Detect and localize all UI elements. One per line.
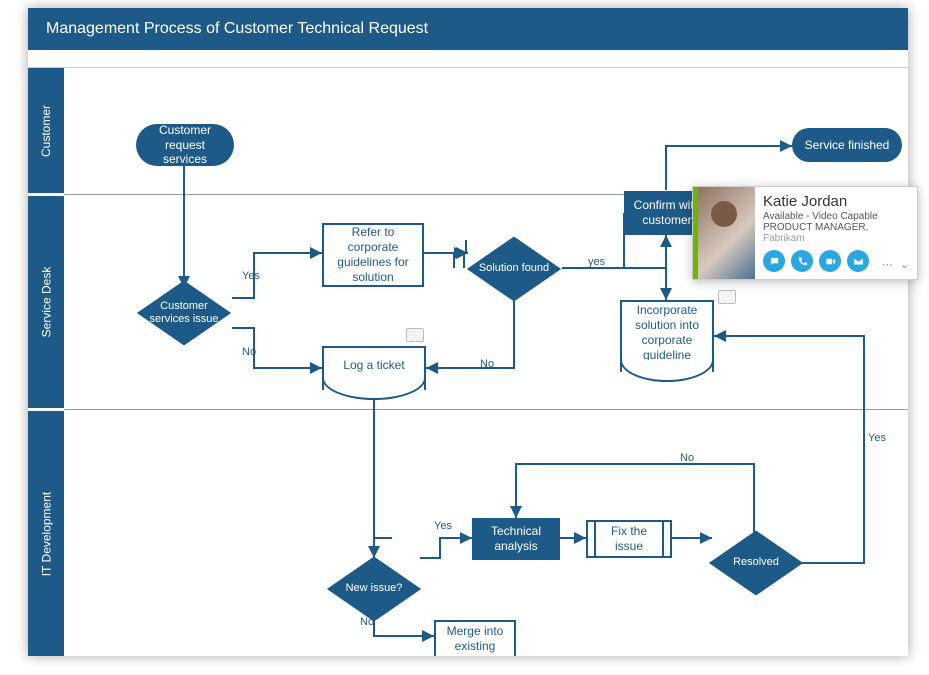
edge-label-no: No [360,616,374,628]
lane-header-service-desk: Service Desk [28,196,64,408]
edge-label-yes: Yes [868,432,886,444]
im-icon[interactable] [763,250,785,272]
predefined-fix-issue[interactable]: Fix the issue [586,520,672,558]
lane-divider [64,409,908,410]
contact-status: Available - Video Capable [763,211,909,222]
lane-label-it-development: IT Development [39,491,53,576]
node-label: Solution found [473,262,555,275]
diagram-title: Management Process of Customer Technical… [46,20,428,38]
node-label: Resolved [727,556,785,569]
ellipsis-icon: ⋯ [882,259,893,271]
email-icon[interactable] [847,250,869,272]
call-icon[interactable] [791,250,813,272]
chevron-down-icon: ⌄ [900,259,909,271]
decision-solution-found[interactable]: Solution found [466,236,562,302]
diagram-canvas[interactable]: Customer request services Service finish… [64,68,908,656]
node-label: Merge into existing [442,624,508,654]
node-label: Customer request services [146,123,224,166]
node-label: Fix the issue [602,524,656,554]
decision-new-issue[interactable]: New issue? [326,556,422,622]
node-label: Refer to corporate guidelines for soluti… [330,225,416,285]
process-technical-analysis[interactable]: Technical analysis [472,518,560,560]
swimlane-labels: Customer Service Desk IT Development [28,68,64,656]
document-incorporate-guideline[interactable]: Incorporate solution into corporate guid… [620,300,714,372]
lane-label-service-desk: Service Desk [39,267,53,338]
edge-label-no: No [680,452,694,464]
lane-header-it-development: IT Development [28,411,64,656]
diagram-frame: Management Process of Customer Technical… [28,8,908,656]
process-merge-existing[interactable]: Merge into existing [434,620,516,656]
decision-customer-services-issue[interactable]: Customer services issue [136,280,232,346]
lane-header-customer: Customer [28,68,64,193]
document-log-ticket[interactable]: Log a ticket [322,346,426,390]
contact-name: Katie Jordan [763,193,909,210]
video-icon[interactable] [819,250,841,272]
lane-label-customer: Customer [39,104,53,156]
node-label: Technical analysis [478,524,554,554]
comment-icon[interactable] [718,290,736,304]
edge-label-yes: Yes [434,520,452,532]
edge-label-no: No [242,346,256,358]
edge-label-no: No [480,358,494,370]
title-strip [28,50,908,68]
edge-label-yes: yes [588,256,605,268]
contact-title: PRODUCT MANAGER, Fabrikam [763,222,909,244]
contact-card[interactable]: Katie Jordan Available - Video Capable P… [692,186,918,280]
node-label: New issue? [340,582,409,595]
presence-indicator [693,187,698,279]
diagram-title-bar: Management Process of Customer Technical… [28,8,908,50]
contact-avatar [693,187,755,279]
edge-label-yes: Yes [242,270,260,282]
process-refer-guidelines[interactable]: Refer to corporate guidelines for soluti… [322,223,424,287]
expand-button[interactable]: ⋯ ⌄ [878,256,913,273]
node-label: Customer services issue [136,300,232,326]
contact-info: Katie Jordan Available - Video Capable P… [755,187,917,279]
decision-resolved[interactable]: Resolved [708,530,804,596]
node-label: Incorporate solution into corporate guid… [628,303,706,363]
terminator-end[interactable]: Service finished [792,128,902,162]
contact-company: Fabrikam [763,233,805,244]
contact-role: PRODUCT MANAGER, [763,222,868,233]
node-label: Log a ticket [343,358,404,373]
comment-icon[interactable] [406,328,424,342]
terminator-start[interactable]: Customer request services [136,124,234,166]
node-label: Service finished [805,138,890,152]
